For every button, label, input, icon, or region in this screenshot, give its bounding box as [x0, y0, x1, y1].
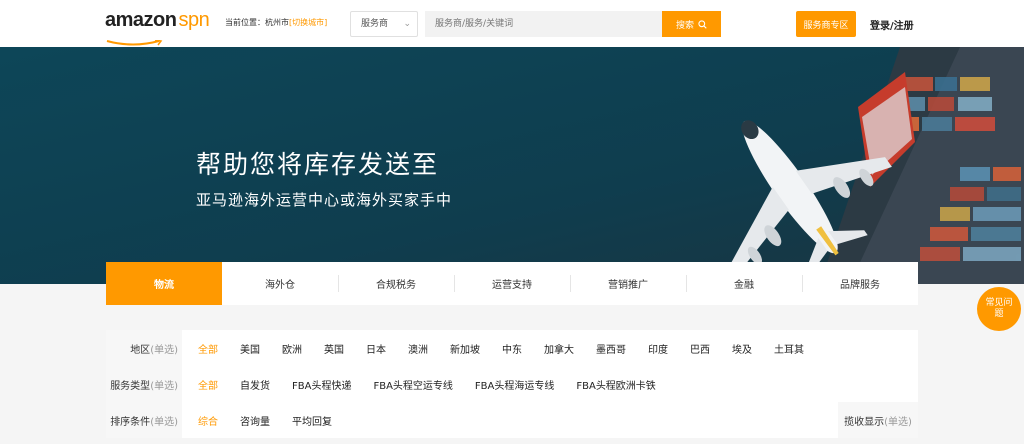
region-option[interactable]: 日本 — [366, 341, 386, 356]
category-select[interactable]: 服务商 ⌄ — [350, 11, 418, 37]
switch-city-link[interactable]: [切换城市] — [289, 18, 327, 27]
sort-option[interactable]: 平均回复 — [292, 413, 332, 428]
region-option[interactable]: 欧洲 — [282, 341, 302, 356]
service-type-option[interactable]: 全部 — [198, 377, 218, 392]
region-option[interactable]: 加拿大 — [544, 341, 574, 356]
region-option[interactable]: 中东 — [502, 341, 522, 356]
login-register-link[interactable]: 登录/注册 — [870, 17, 914, 32]
search-icon — [698, 19, 707, 29]
region-option[interactable]: 埃及 — [732, 341, 752, 356]
service-type-option[interactable]: FBA头程快递 — [292, 377, 351, 392]
service-type-option[interactable]: FBA头程欧洲卡铁 — [576, 377, 655, 392]
filter-label-service-type: 服务类型 (单选) — [106, 366, 182, 402]
tab-compliance-tax[interactable]: 合规税务 — [338, 262, 454, 305]
filter-row-sort: 排序条件 (单选) 综合 咨询量 平均回复 揽收显示 (单选) — [106, 402, 918, 438]
chevron-down-icon: ⌄ — [403, 19, 411, 29]
logo-main: amazon — [105, 9, 177, 31]
current-location: 当前位置：杭州市[切换城市] — [225, 18, 328, 27]
filter-label-region: 地区 (单选) — [106, 330, 182, 366]
faq-button[interactable]: 常见问题 — [977, 287, 1021, 331]
tab-overseas-warehouse[interactable]: 海外仓 — [222, 262, 338, 305]
tab-finance[interactable]: 金融 — [686, 262, 802, 305]
provider-zone-button[interactable]: 服务商专区 — [796, 11, 856, 37]
tab-operation-support[interactable]: 运营支持 — [454, 262, 570, 305]
region-option[interactable]: 印度 — [648, 341, 668, 356]
search-input[interactable] — [425, 11, 662, 37]
region-option[interactable]: 英国 — [324, 341, 344, 356]
filter-row-region: 地区 (单选) 全部 美国 欧洲 英国 日本 澳洲 新加坡 中东 加拿大 墨西哥 … — [106, 330, 918, 366]
tab-logistics[interactable]: 物流 — [106, 262, 222, 305]
tab-marketing[interactable]: 营销推广 — [570, 262, 686, 305]
banner-illustration — [0, 47, 1024, 284]
hero-banner: 帮助您将库存发送至 亚马逊海外运营中心或海外买家手中 — [0, 47, 1024, 284]
region-option[interactable]: 美国 — [240, 341, 260, 356]
filter-panel: 地区 (单选) 全部 美国 欧洲 英国 日本 澳洲 新加坡 中东 加拿大 墨西哥 … — [106, 330, 918, 438]
tab-brand-service[interactable]: 品牌服务 — [802, 262, 918, 305]
service-category-tabs: 物流 海外仓 合规税务 运营支持 营销推广 金融 品牌服务 — [106, 262, 918, 305]
filter-label-sort: 排序条件 (单选) — [106, 402, 182, 438]
region-option[interactable]: 新加坡 — [450, 341, 480, 356]
sort-option[interactable]: 咨询量 — [240, 413, 270, 428]
top-header: amazonspn 当前位置：杭州市[切换城市] 服务商 ⌄ 搜索 服务商专区 … — [0, 0, 1024, 47]
region-option[interactable]: 全部 — [198, 341, 218, 356]
logo-accent: spn — [178, 9, 210, 31]
location-city: 杭州市 — [265, 18, 289, 27]
banner-title: 帮助您将库存发送至 — [196, 150, 440, 179]
region-option[interactable]: 土耳其 — [774, 341, 804, 356]
region-option[interactable]: 巴西 — [690, 341, 710, 356]
service-type-option[interactable]: FBA头程海运专线 — [475, 377, 554, 392]
banner-subtitle: 亚马逊海外运营中心或海外买家手中 — [196, 191, 453, 209]
search-button[interactable]: 搜索 — [662, 11, 721, 37]
service-type-option[interactable]: 自发货 — [240, 377, 270, 392]
smile-icon — [106, 39, 163, 46]
pickup-display-filter[interactable]: 揽收显示 (单选) — [838, 402, 918, 438]
sort-option[interactable]: 综合 — [198, 413, 218, 428]
region-option[interactable]: 墨西哥 — [596, 341, 626, 356]
filter-row-service-type: 服务类型 (单选) 全部 自发货 FBA头程快递 FBA头程空运专线 FBA头程海… — [106, 366, 918, 402]
amazon-spn-logo[interactable]: amazon spn — [105, 9, 210, 46]
service-type-option[interactable]: FBA头程空运专线 — [373, 377, 452, 392]
region-option[interactable]: 澳洲 — [408, 341, 428, 356]
